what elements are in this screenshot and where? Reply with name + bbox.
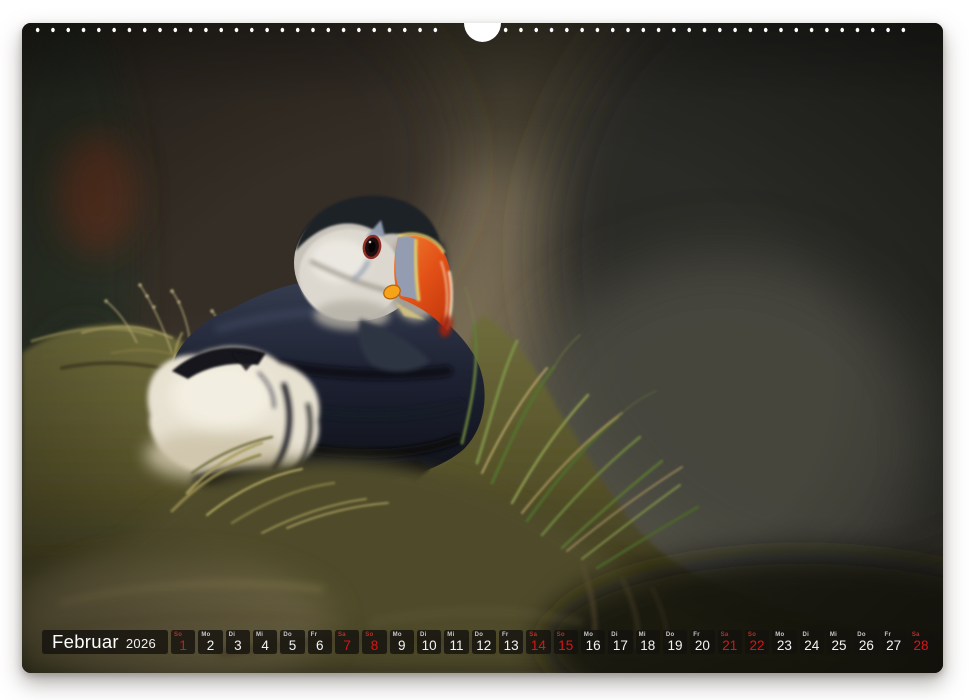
day-number: 5: [280, 638, 304, 653]
date-strip: Februar 2026 So 1 Mo 2 Di: [42, 630, 933, 654]
day-cell: Sa 28: [909, 630, 933, 654]
day-cell: Di 3: [226, 630, 250, 654]
day-number: 13: [499, 638, 523, 653]
day-number: 21: [718, 638, 742, 653]
day-cell: Sa 14: [526, 630, 550, 654]
day-cell: Do 19: [663, 630, 687, 654]
day-cell: Mi 25: [827, 630, 851, 654]
day-number: 7: [335, 638, 359, 653]
day-cell: Mi 11: [444, 630, 468, 654]
day-number: 3: [226, 638, 250, 653]
day-number: 27: [882, 638, 906, 653]
day-cell: Mo 9: [390, 630, 414, 654]
day-cell: Di 24: [800, 630, 824, 654]
day-number: 2: [198, 638, 222, 653]
day-cell: Fr 27: [882, 630, 906, 654]
day-number: 26: [854, 638, 878, 653]
day-cell: Di 17: [608, 630, 632, 654]
day-number: 18: [636, 638, 660, 653]
day-cell: Mo 16: [581, 630, 605, 654]
day-number: 9: [390, 638, 414, 653]
day-number: 11: [444, 638, 468, 653]
day-cell: Do 26: [854, 630, 878, 654]
day-cell: So 15: [554, 630, 578, 654]
day-cell: Fr 6: [308, 630, 332, 654]
day-number: 24: [800, 638, 824, 653]
day-number: 28: [909, 638, 933, 653]
year-label: 2026: [126, 636, 156, 651]
day-number: 17: [608, 638, 632, 653]
calendar-product-shot: Februar 2026 So 1 Mo 2 Di: [0, 0, 971, 700]
day-cell: Mo 2: [198, 630, 222, 654]
month-label-box: Februar 2026: [42, 630, 168, 654]
day-number: 8: [362, 638, 386, 653]
day-number: 20: [690, 638, 714, 653]
puffin-photo: [22, 23, 943, 673]
day-cell: So 1: [171, 630, 195, 654]
binding-holes-left: [30, 26, 444, 34]
day-cell: Di 10: [417, 630, 441, 654]
day-cell: Mi 18: [636, 630, 660, 654]
day-number: 15: [554, 638, 578, 653]
day-cell: Fr 13: [499, 630, 523, 654]
month-name: Februar: [52, 630, 119, 654]
day-number: 19: [663, 638, 687, 653]
day-cell: Fr 20: [690, 630, 714, 654]
day-number: 14: [526, 638, 550, 653]
day-cell: So 8: [362, 630, 386, 654]
day-cell: Do 12: [472, 630, 496, 654]
day-cell: Mo 23: [772, 630, 796, 654]
day-number: 23: [772, 638, 796, 653]
calendar-page: Februar 2026 So 1 Mo 2 Di: [22, 23, 943, 673]
day-cell: Mi 4: [253, 630, 277, 654]
day-number: 16: [581, 638, 605, 653]
day-number: 4: [253, 638, 277, 653]
day-cell: Do 5: [280, 630, 304, 654]
day-number: 25: [827, 638, 851, 653]
day-number: 22: [745, 638, 769, 653]
day-number: 6: [308, 638, 332, 653]
day-cell: Sa 7: [335, 630, 359, 654]
day-number: 10: [417, 638, 441, 653]
binding-holes-right: [498, 26, 916, 34]
day-number: 1: [171, 638, 195, 653]
day-cells: So 1 Mo 2 Di 3 Mi 4: [171, 630, 933, 654]
day-cell: So 22: [745, 630, 769, 654]
day-cell: Sa 21: [718, 630, 742, 654]
day-number: 12: [472, 638, 496, 653]
